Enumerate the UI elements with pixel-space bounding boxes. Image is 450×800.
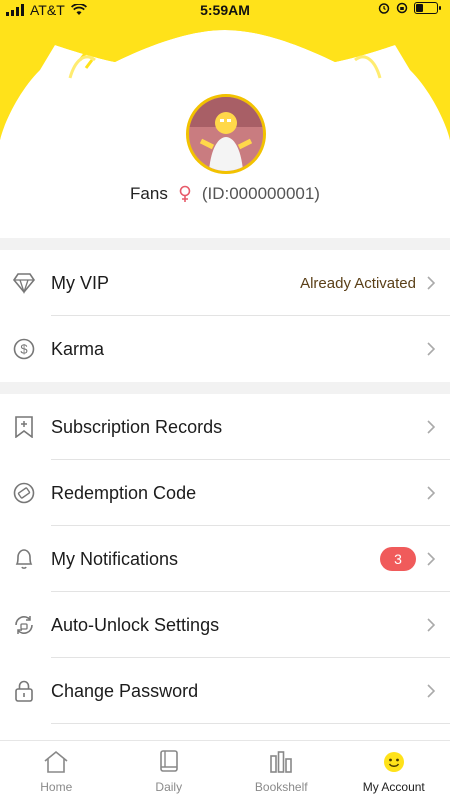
ticket-icon xyxy=(12,481,36,505)
refresh-lock-icon xyxy=(12,613,36,637)
chevron-right-icon xyxy=(424,276,438,290)
profile-name: Fans xyxy=(130,184,168,203)
diamond-icon xyxy=(12,271,36,295)
menu-row-my-notifications[interactable]: My Notifications 3 xyxy=(0,526,450,592)
menu-label: My VIP xyxy=(51,272,110,293)
bell-icon xyxy=(12,547,36,571)
section-divider xyxy=(0,238,450,250)
battery-icon xyxy=(414,2,441,14)
menu-label: Change Password xyxy=(51,680,199,701)
bottom-tab-bar: Home Daily Bookshelf My Account xyxy=(0,740,450,800)
tab-label: My Account xyxy=(362,780,425,794)
menu-label: Redemption Code xyxy=(51,482,197,503)
home-icon xyxy=(42,748,70,776)
row-separator xyxy=(51,723,450,724)
chevron-right-icon xyxy=(424,486,438,500)
menu-row-subscription-records[interactable]: Subscription Records xyxy=(0,394,450,460)
section-divider xyxy=(0,382,450,394)
bookmark-plus-icon xyxy=(12,415,36,439)
chevron-right-icon xyxy=(424,618,438,632)
alarm-icon xyxy=(378,3,390,14)
chevron-right-icon xyxy=(424,552,438,566)
menu-row-karma[interactable]: $ Karma xyxy=(0,316,450,382)
avatar[interactable] xyxy=(186,94,266,174)
profile-id: (ID:000000001) xyxy=(201,184,320,203)
daily-book-icon xyxy=(155,748,183,776)
bookshelf-icon xyxy=(267,748,295,776)
notification-count-badge: 3 xyxy=(380,547,416,571)
female-icon xyxy=(179,185,191,202)
menu-label: Auto-Unlock Settings xyxy=(51,614,220,635)
tab-label: Home xyxy=(40,780,73,794)
menu-row-auto-unlock-settings[interactable]: Auto-Unlock Settings xyxy=(0,592,450,658)
chevron-right-icon xyxy=(424,420,438,434)
chevron-right-icon xyxy=(424,342,438,356)
menu-row-my-vip[interactable]: My VIP Already Activated xyxy=(0,250,450,316)
tab-bookshelf[interactable]: Bookshelf xyxy=(225,741,338,800)
profile-header: AT&T 5:59AM Fans (ID:000000001) xyxy=(0,0,450,240)
menu-label: My Notifications xyxy=(51,548,179,569)
tab-my-account[interactable]: My Account xyxy=(338,741,450,800)
profile-info: Fans (ID:000000001) xyxy=(0,184,450,204)
status-bar: AT&T 5:59AM xyxy=(0,0,450,20)
svg-text:$: $ xyxy=(20,342,28,357)
lock-icon xyxy=(12,679,36,703)
dollar-circle-icon: $ xyxy=(12,337,36,361)
menu-label: Subscription Records xyxy=(51,416,223,437)
menu-row-redemption-code[interactable]: Redemption Code xyxy=(0,460,450,526)
tab-home[interactable]: Home xyxy=(0,741,113,800)
tab-daily[interactable]: Daily xyxy=(113,741,226,800)
smiley-icon xyxy=(380,748,408,776)
rotation-lock-icon xyxy=(396,2,408,14)
menu-label: Karma xyxy=(51,338,105,359)
vip-status: Already Activated xyxy=(300,274,416,292)
menu-row-change-password[interactable]: Change Password xyxy=(0,658,450,724)
chevron-right-icon xyxy=(424,684,438,698)
tab-label: Bookshelf xyxy=(254,780,308,794)
tab-label: Daily xyxy=(155,780,183,794)
